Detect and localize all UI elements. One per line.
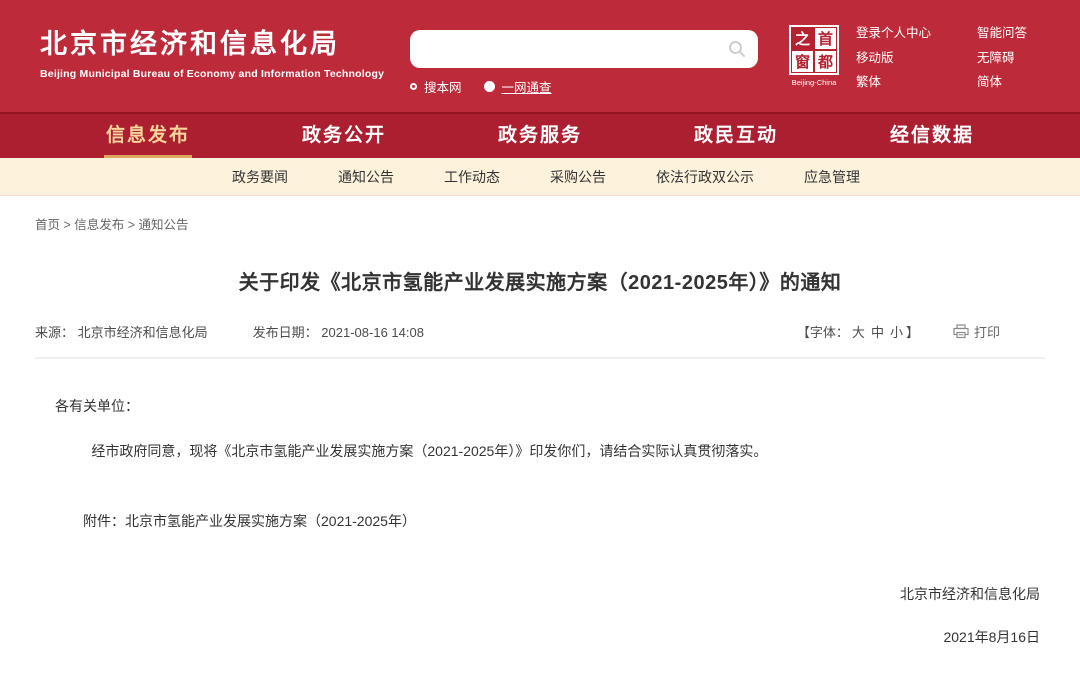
- breadcrumb-item-信息发布[interactable]: 信息发布: [74, 218, 124, 232]
- seal-grid: 之首窗都: [789, 25, 839, 75]
- subnav-item-工作动态[interactable]: 工作动态: [444, 167, 500, 187]
- font-control-suffix: 】: [906, 325, 919, 340]
- header-quick-links: 登录个人中心移动版繁体智能问答无障碍简体: [856, 27, 1027, 101]
- signature-org: 北京市经济和信息化局: [0, 584, 1040, 604]
- search-icon[interactable]: [728, 40, 746, 58]
- search-scope-label: 搜本网: [424, 77, 462, 96]
- print-button[interactable]: 打印: [953, 322, 1000, 341]
- font-size-option-大[interactable]: 大: [852, 325, 865, 340]
- quick-link[interactable]: 智能问答: [977, 27, 1027, 40]
- search-input[interactable]: [422, 34, 728, 64]
- page-title: 关于印发《北京市氢能产业发展实施方案（2021-2025年）》的通知: [0, 266, 1080, 295]
- sub-nav: 政务要闻 通知公告 工作动态 采购公告 依法行政双公示 应急管理: [0, 158, 1080, 196]
- seal-caption: Beijing-China: [787, 78, 841, 87]
- quick-links-column-2: 智能问答无障碍简体: [977, 27, 1027, 101]
- subnav-item-政务要闻[interactable]: 政务要闻: [232, 167, 288, 187]
- quick-links-column-1: 登录个人中心移动版繁体: [856, 27, 931, 101]
- breadcrumb-separator: >: [60, 218, 74, 232]
- seal-character: 之: [791, 27, 814, 50]
- quick-link[interactable]: 登录个人中心: [856, 27, 931, 40]
- attachment-link[interactable]: 附件：北京市氢能产业发展实施方案（2021-2025年）: [83, 511, 1080, 531]
- publish-date-label: 发布日期：: [253, 325, 318, 340]
- signature-date: 2021年8月16日: [0, 627, 1040, 647]
- salutation: 各有关单位：: [55, 396, 1080, 416]
- subnav-item-通知公告[interactable]: 通知公告: [338, 167, 394, 187]
- breadcrumb: 首页 > 信息发布 > 通知公告: [35, 214, 1080, 233]
- font-control-prefix: 【字体：: [797, 325, 849, 340]
- date-group: 发布日期： 2021-08-16 14:08: [253, 322, 424, 341]
- site-logo[interactable]: 北京市经济和信息化局 Beijing Municipal Bureau of E…: [40, 22, 384, 80]
- seal-character: 都: [814, 50, 837, 73]
- font-size-option-小[interactable]: 小: [890, 325, 903, 340]
- publish-date-value: 2021-08-16 14:08: [321, 325, 424, 340]
- search-scope-option-2[interactable]: 一网通查: [484, 77, 552, 96]
- search-area: 搜本网 一网通查: [410, 30, 758, 96]
- print-label: 打印: [974, 322, 1000, 341]
- site-header: 北京市经济和信息化局 Beijing Municipal Bureau of E…: [0, 0, 1080, 112]
- quick-link[interactable]: 简体: [977, 76, 1027, 89]
- source-group: 来源： 北京市经济和信息化局: [35, 322, 208, 341]
- quick-link[interactable]: 无障碍: [977, 52, 1027, 65]
- article-body: 各有关单位： 经市政府同意，现将《北京市氢能产业发展实施方案（2021-2025…: [0, 396, 1080, 647]
- nav-item-经信数据[interactable]: 经信数据: [834, 114, 1030, 158]
- beijing-china-seal-logo[interactable]: 之首窗都 Beijing-China: [787, 25, 841, 87]
- main-nav: 信息发布政务公开政务服务政民互动经信数据: [0, 112, 1080, 158]
- subnav-item-依法行政双公示[interactable]: 依法行政双公示: [656, 167, 754, 187]
- source-value: 北京市经济和信息化局: [78, 325, 208, 340]
- site-name-english: Beijing Municipal Bureau of Economy and …: [40, 68, 384, 80]
- radio-dot-icon: [484, 81, 495, 92]
- source-label: 来源：: [35, 325, 74, 340]
- radio-ring-icon: [410, 83, 417, 90]
- nav-item-政务公开[interactable]: 政务公开: [246, 114, 442, 158]
- font-size-control: 【字体：大中小】: [797, 322, 919, 341]
- printer-icon: [953, 324, 969, 339]
- font-size-option-中[interactable]: 中: [871, 325, 884, 340]
- article-meta: 来源： 北京市经济和信息化局 发布日期： 2021-08-16 14:08 【字…: [35, 322, 1045, 341]
- body-paragraph: 经市政府同意，现将《北京市氢能产业发展实施方案（2021-2025年）》印发你们…: [55, 439, 1025, 464]
- quick-link[interactable]: 繁体: [856, 76, 931, 89]
- breadcrumb-item-通知公告[interactable]: 通知公告: [139, 218, 189, 232]
- nav-item-信息发布[interactable]: 信息发布: [50, 114, 246, 158]
- breadcrumb-separator: >: [124, 218, 138, 232]
- search-scope-option-1[interactable]: 搜本网: [410, 77, 462, 96]
- quick-link[interactable]: 移动版: [856, 52, 931, 65]
- site-name: 北京市经济和信息化局: [40, 22, 384, 61]
- nav-item-政民互动[interactable]: 政民互动: [638, 114, 834, 158]
- search-scope-options: 搜本网 一网通查: [410, 77, 758, 96]
- subnav-item-采购公告[interactable]: 采购公告: [550, 167, 606, 187]
- search-box[interactable]: [410, 30, 758, 68]
- seal-character: 窗: [791, 50, 814, 73]
- breadcrumb-item-首页[interactable]: 首页: [35, 218, 60, 232]
- meta-divider: [35, 357, 1045, 359]
- nav-item-政务服务[interactable]: 政务服务: [442, 114, 638, 158]
- search-scope-label: 一网通查: [502, 77, 552, 96]
- seal-character: 首: [814, 27, 837, 50]
- subnav-item-应急管理[interactable]: 应急管理: [804, 167, 860, 187]
